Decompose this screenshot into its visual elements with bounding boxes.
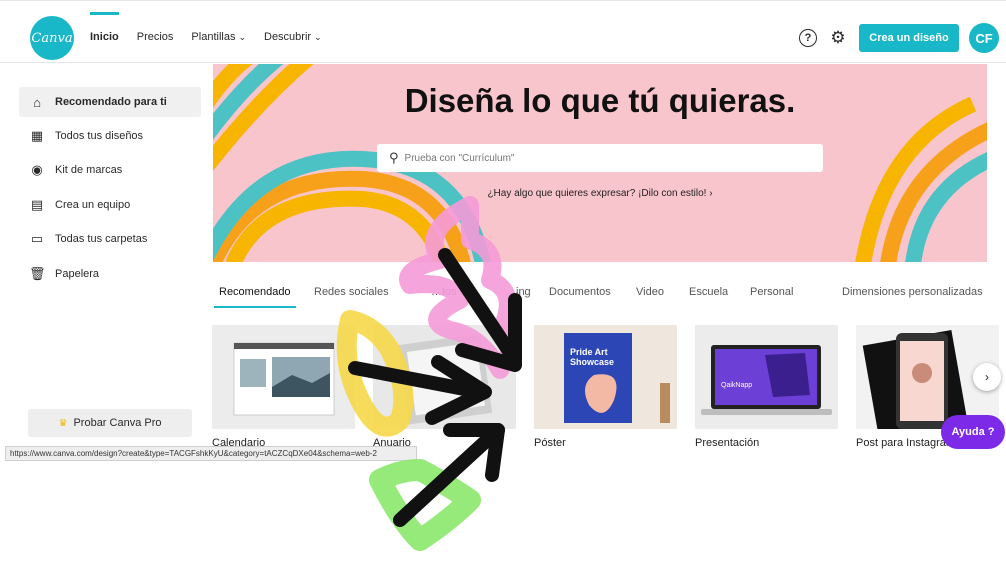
chevron-down-icon: ⌄: [314, 32, 322, 42]
hero-inspiration-link[interactable]: ¿Hay algo que quieres expresar? ¡Dilo co…: [213, 188, 987, 199]
crown-icon: ♛: [58, 417, 68, 429]
svg-text:Pride Art: Pride Art: [570, 347, 608, 357]
gear-icon[interactable]: ⚙: [829, 28, 847, 47]
nav-inicio[interactable]: Inicio: [90, 12, 119, 43]
status-bar-url: https://www.canva.com/design?create&type…: [5, 446, 417, 461]
sidebar-item-kit-marcas[interactable]: ◉ Kit de marcas: [19, 155, 201, 185]
main-nav: Inicio Precios Plantillas ⌄ Descubrir ⌄: [90, 12, 322, 43]
svg-text:Showcase: Showcase: [570, 357, 614, 367]
canva-logo[interactable]: Canva: [30, 16, 74, 60]
search-box[interactable]: ⚲: [377, 144, 823, 172]
brand-kit-icon: ◉: [31, 162, 43, 177]
category-tabs: Recomendado Redes sociales …tos …ing Doc…: [213, 286, 993, 310]
sidebar-item-label: Recomendado para ti: [55, 96, 167, 108]
presentation-thumbnail: QaikNapp: [695, 325, 838, 429]
svg-text:QaikNapp: QaikNapp: [721, 382, 752, 389]
create-design-button[interactable]: Crea un diseño: [859, 24, 959, 52]
sidebar-item-equipo[interactable]: ▤ Crea un equipo: [19, 190, 201, 220]
help-icon[interactable]: ?: [799, 29, 817, 47]
nav-precios[interactable]: Precios: [137, 31, 174, 43]
help-button[interactable]: Ayuda ?: [941, 415, 1005, 449]
tab-dimensiones-personalizadas[interactable]: Dimensiones personalizadas: [842, 286, 983, 298]
nav-plantillas-label: Plantillas: [191, 31, 236, 43]
carousel-next-button[interactable]: ›: [973, 363, 1001, 391]
search-icon: ⚲: [389, 150, 399, 165]
calendar-thumbnail: [212, 325, 355, 429]
hero-title: Diseña lo que tú quieras.: [404, 82, 796, 119]
tab-recomendado[interactable]: Recomendado: [214, 286, 296, 308]
template-card-poster[interactable]: Pride Art Showcase: [534, 325, 677, 429]
top-bar: Canva Inicio Precios Plantillas ⌄ Descubr…: [0, 0, 1006, 63]
chevron-right-icon: ›: [985, 370, 989, 384]
sidebar-item-papelera[interactable]: 🗑 Papelera: [19, 259, 201, 289]
tab-documentos[interactable]: Documentos: [549, 286, 611, 298]
avatar[interactable]: CF: [969, 23, 999, 53]
tab-hidden-2[interactable]: …ing: [505, 286, 531, 298]
card-label-instagram: Post para Instagram: [856, 437, 956, 449]
pro-button-label: Probar Canva Pro: [73, 417, 162, 429]
tab-escuela[interactable]: Escuela: [689, 286, 728, 298]
poster-thumbnail: Pride Art Showcase: [534, 325, 677, 429]
sidebar-item-recomendado[interactable]: ⌂ Recomendado para ti: [19, 87, 201, 117]
sidebar-item-label: Kit de marcas: [55, 164, 123, 176]
tab-personal[interactable]: Personal: [750, 286, 793, 298]
try-canva-pro-button[interactable]: ♛ Probar Canva Pro: [28, 409, 192, 437]
sidebar-item-carpetas[interactable]: ▭ Todas tus carpetas: [19, 224, 201, 254]
tab-hidden-1[interactable]: …tos: [431, 286, 457, 298]
sidebar: ⌂ Recomendado para ti ▦ Todos tus diseño…: [0, 64, 210, 464]
nav-descubrir[interactable]: Descubrir ⌄: [264, 31, 322, 43]
folder-icon: ▭: [30, 231, 44, 246]
template-card-anuario[interactable]: [373, 325, 516, 429]
sidebar-item-label: Todos tus diseños: [55, 130, 144, 142]
trash-icon: 🗑: [29, 266, 46, 281]
sidebar-item-label: Todas tus carpetas: [55, 233, 148, 245]
template-card-calendario[interactable]: [212, 325, 355, 429]
home-icon: ⌂: [33, 94, 41, 110]
template-card-presentacion[interactable]: QaikNapp: [695, 325, 838, 429]
sidebar-item-disenos[interactable]: ▦ Todos tus diseños: [19, 121, 201, 151]
yearbook-thumbnail: [373, 325, 516, 429]
tab-redes-sociales[interactable]: Redes sociales: [314, 286, 389, 298]
hero-banner: Diseña lo que tú quieras. ⚲ ¿Hay algo qu…: [213, 64, 987, 262]
nav-descubrir-label: Descubrir: [264, 31, 312, 43]
nav-plantillas[interactable]: Plantillas ⌄: [191, 31, 246, 43]
grid-icon: ▦: [30, 128, 44, 143]
team-icon: ▤: [30, 197, 44, 212]
card-label-poster: Póster: [534, 437, 566, 449]
card-label-presentacion: Presentación: [695, 437, 760, 449]
search-input[interactable]: [404, 152, 805, 164]
tab-video[interactable]: Video: [636, 286, 664, 298]
chevron-down-icon: ⌄: [238, 32, 246, 42]
sidebar-item-label: Crea un equipo: [55, 199, 131, 211]
sidebar-item-label: Papelera: [55, 268, 100, 280]
